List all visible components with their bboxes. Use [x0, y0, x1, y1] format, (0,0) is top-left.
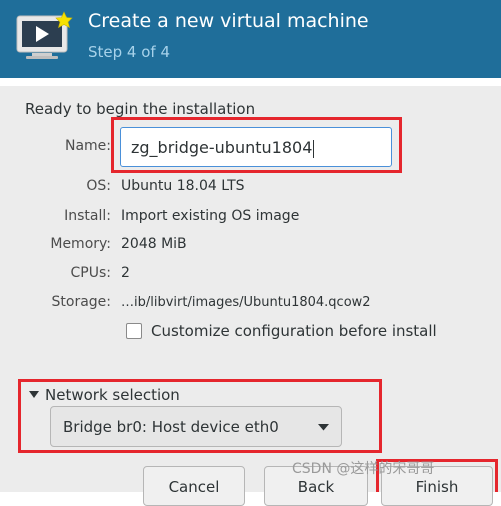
vm-name-input[interactable]: [120, 127, 392, 167]
virtual-machine-monitor-icon: [16, 11, 73, 59]
os-value: Ubuntu 18.04 LTS: [121, 178, 245, 194]
name-label: Name:: [64, 138, 111, 154]
memory-value: 2048 MiB: [121, 236, 187, 252]
network-selection-expander[interactable]: Network selection: [45, 386, 180, 404]
text-caret: [313, 140, 314, 158]
ready-message: Ready to begin the installation: [25, 100, 256, 118]
storage-label: Storage:: [51, 294, 112, 310]
os-label: OS:: [86, 178, 111, 194]
network-source-value: Bridge br0: Host device eth0: [63, 418, 279, 436]
network-source-dropdown[interactable]: Bridge br0: Host device eth0: [50, 406, 342, 447]
storage-value: …ib/libvirt/images/Ubuntu1804.qcow2: [121, 295, 371, 310]
install-value: Import existing OS image: [121, 208, 300, 224]
watermark: CSDN @这样的宋哥哥: [292, 461, 435, 477]
dialog-content: Ready to begin the installation Name: OS…: [0, 86, 501, 506]
step-indicator: Step 4 of 4: [88, 43, 171, 61]
cancel-button[interactable]: Cancel: [143, 466, 245, 506]
dialog-header: Create a new virtual machine Step 4 of 4: [0, 0, 501, 78]
customize-checkbox-label[interactable]: Customize configuration before install: [151, 322, 437, 340]
chevron-down-icon: [318, 424, 329, 431]
expander-arrow-icon[interactable]: [29, 391, 39, 399]
install-label: Install:: [64, 208, 111, 224]
dialog-title: Create a new virtual machine: [88, 10, 369, 32]
customize-checkbox[interactable]: [126, 323, 142, 339]
memory-label: Memory:: [50, 236, 111, 252]
cpus-label: CPUs:: [70, 265, 111, 281]
cpus-value: 2: [121, 265, 130, 281]
